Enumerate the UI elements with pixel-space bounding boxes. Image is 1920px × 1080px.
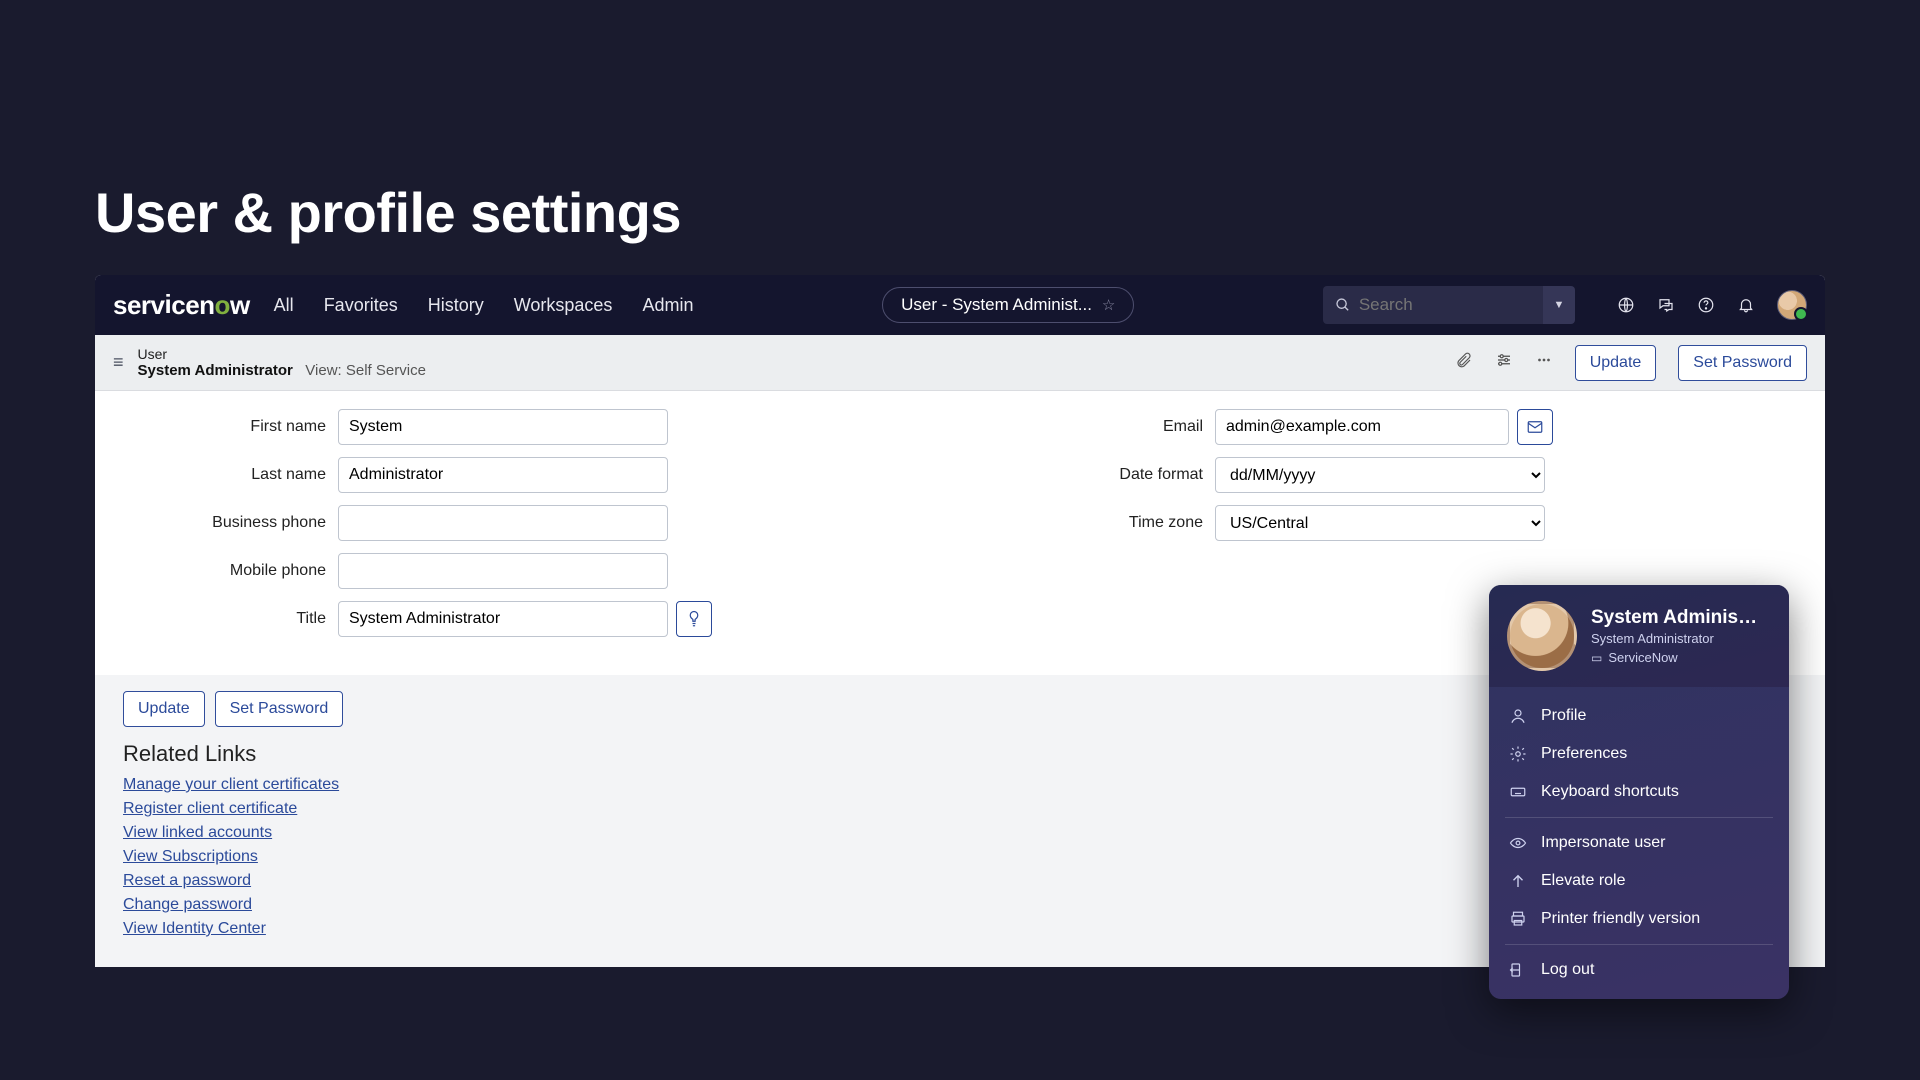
- update-button-bottom[interactable]: Update: [123, 691, 205, 727]
- eye-icon: [1509, 834, 1527, 852]
- menu-item-label: Elevate role: [1541, 872, 1626, 890]
- email-label: Email: [1000, 418, 1215, 436]
- menu-item-preferences[interactable]: Preferences: [1501, 735, 1777, 773]
- breadcrumb-chip[interactable]: User - System Administ... ☆: [882, 287, 1134, 323]
- breadcrumb-text: User - System Administ...: [901, 295, 1092, 315]
- globe-icon[interactable]: [1617, 296, 1635, 314]
- brand-logo[interactable]: servicenow: [113, 290, 250, 321]
- bell-icon[interactable]: [1737, 296, 1755, 314]
- menu-item-printer[interactable]: Printer friendly version: [1501, 900, 1777, 938]
- menu-item-impersonate[interactable]: Impersonate user: [1501, 824, 1777, 862]
- subheader-title-group: User System Administrator View: Self Ser…: [138, 346, 426, 380]
- profile-menu-role: System Administrator: [1591, 631, 1761, 646]
- profile-menu-org: ▭ ServiceNow: [1591, 650, 1761, 665]
- brand-text: servicen: [113, 290, 215, 321]
- subheader-icons: Update Set Password: [1455, 345, 1807, 381]
- nav-item-all[interactable]: All: [274, 295, 294, 316]
- more-icon[interactable]: [1535, 351, 1553, 374]
- sub-header: ≡ User System Administrator View: Self S…: [95, 335, 1825, 391]
- hamburger-icon[interactable]: ≡: [113, 352, 124, 373]
- set-password-button[interactable]: Set Password: [1678, 345, 1807, 381]
- title-suggest-icon[interactable]: [676, 601, 712, 637]
- search-icon: [1335, 296, 1351, 314]
- mobile-phone-label: Mobile phone: [123, 562, 338, 580]
- link-reset-password[interactable]: Reset a password: [123, 869, 251, 893]
- nav-item-admin[interactable]: Admin: [642, 295, 693, 316]
- menu-item-elevate[interactable]: Elevate role: [1501, 862, 1777, 900]
- profile-menu-avatar: [1507, 601, 1577, 671]
- star-icon[interactable]: ☆: [1102, 296, 1115, 314]
- nav-items: All Favorites History Workspaces Admin: [274, 295, 694, 316]
- email-input[interactable]: [1215, 409, 1509, 445]
- set-password-button-bottom[interactable]: Set Password: [215, 691, 344, 727]
- business-phone-label: Business phone: [123, 514, 338, 532]
- last-name-input[interactable]: [338, 457, 668, 493]
- last-name-label: Last name: [123, 466, 338, 484]
- nav-item-history[interactable]: History: [428, 295, 484, 316]
- logout-icon: [1509, 961, 1527, 979]
- business-phone-input[interactable]: [338, 505, 668, 541]
- help-icon[interactable]: [1697, 296, 1715, 314]
- profile-menu-name: System Administra...: [1591, 607, 1761, 629]
- title-label: Title: [123, 610, 338, 628]
- time-zone-select[interactable]: US/Central: [1215, 505, 1545, 541]
- printer-icon: [1509, 910, 1527, 928]
- form-left-column: First name Last name Business phone Mobi…: [123, 409, 920, 649]
- first-name-input[interactable]: [338, 409, 668, 445]
- nav-item-favorites[interactable]: Favorites: [324, 295, 398, 316]
- page-title: User & profile settings: [0, 0, 1920, 275]
- date-format-label: Date format: [1000, 466, 1215, 484]
- menu-separator: [1505, 817, 1773, 818]
- arrow-up-icon: [1509, 872, 1527, 890]
- search-input[interactable]: [1359, 295, 1531, 315]
- app-frame: servicenow All Favorites History Workspa…: [95, 275, 1825, 967]
- email-compose-icon[interactable]: [1517, 409, 1553, 445]
- user-avatar[interactable]: [1777, 290, 1807, 320]
- menu-item-label: Preferences: [1541, 745, 1627, 763]
- topnav-icons: [1617, 290, 1807, 320]
- link-subscriptions[interactable]: View Subscriptions: [123, 845, 258, 869]
- keyboard-icon: [1509, 783, 1527, 801]
- nav-center: User - System Administ... ☆: [717, 287, 1299, 323]
- nav-item-workspaces[interactable]: Workspaces: [514, 295, 613, 316]
- profile-menu-body: Profile Preferences Keyboard shortcuts I…: [1489, 687, 1789, 999]
- link-manage-certificates[interactable]: Manage your client certificates: [123, 773, 339, 797]
- search-container: ▼: [1323, 286, 1575, 324]
- profile-menu-header: System Administra... System Administrato…: [1489, 585, 1789, 687]
- person-icon: [1509, 707, 1527, 725]
- attachment-icon[interactable]: [1455, 351, 1473, 374]
- update-button[interactable]: Update: [1575, 345, 1657, 381]
- menu-separator: [1505, 944, 1773, 945]
- title-input[interactable]: [338, 601, 668, 637]
- menu-item-logout[interactable]: Log out: [1501, 951, 1777, 989]
- mobile-phone-input[interactable]: [338, 553, 668, 589]
- link-identity-center[interactable]: View Identity Center: [123, 917, 266, 941]
- org-card-icon: ▭: [1591, 651, 1602, 665]
- menu-item-label: Printer friendly version: [1541, 910, 1700, 928]
- menu-item-label: Log out: [1541, 961, 1594, 979]
- menu-item-label: Keyboard shortcuts: [1541, 783, 1679, 801]
- search-box[interactable]: [1323, 286, 1543, 324]
- menu-item-label: Impersonate user: [1541, 834, 1666, 852]
- link-register-certificate[interactable]: Register client certificate: [123, 797, 297, 821]
- first-name-label: First name: [123, 418, 338, 436]
- sliders-icon[interactable]: [1495, 351, 1513, 374]
- search-dropdown-toggle[interactable]: ▼: [1543, 286, 1575, 324]
- subheader-kicker: User: [138, 346, 426, 362]
- subheader-view-label: View: Self Service: [305, 362, 426, 379]
- top-nav: servicenow All Favorites History Workspa…: [95, 275, 1825, 335]
- date-format-select[interactable]: dd/MM/yyyy: [1215, 457, 1545, 493]
- link-linked-accounts[interactable]: View linked accounts: [123, 821, 272, 845]
- menu-item-profile[interactable]: Profile: [1501, 697, 1777, 735]
- chat-icon[interactable]: [1657, 296, 1675, 314]
- time-zone-label: Time zone: [1000, 514, 1215, 532]
- subheader-record-name: System Administrator: [138, 362, 293, 379]
- gear-icon: [1509, 745, 1527, 763]
- menu-item-keyboard[interactable]: Keyboard shortcuts: [1501, 773, 1777, 811]
- profile-menu: System Administra... System Administrato…: [1489, 585, 1789, 999]
- brand-dot-icon: o: [215, 290, 230, 321]
- menu-item-label: Profile: [1541, 707, 1586, 725]
- link-change-password[interactable]: Change password: [123, 893, 252, 917]
